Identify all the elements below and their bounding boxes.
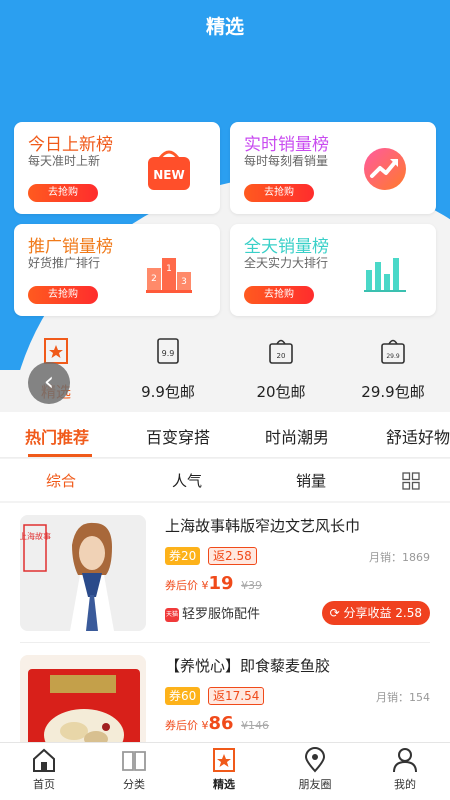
grab-button[interactable]: 去抢购 (244, 184, 314, 202)
back-button[interactable]: ‹ (28, 362, 70, 404)
price-value: 86 (208, 713, 234, 734)
nav-label: 我的 (394, 778, 416, 791)
card-allday-sales[interactable]: 全天销量榜 全天实力大排行 去抢购 (230, 224, 436, 316)
card-subtitle: 每天准时上新 (28, 154, 101, 168)
card-promo-sales[interactable]: 推广销量榜 好货推广排行 去抢购 2 1 3 (14, 224, 220, 316)
grab-button[interactable]: 去抢购 (244, 286, 314, 304)
rebate-badge: 返17.54 (208, 687, 265, 705)
share-icon: ⟳ (329, 606, 344, 620)
tag-icon: 9.9 (157, 338, 179, 364)
page-title: 精选 (205, 16, 244, 38)
shop-label: 轻罗服饰配件 (182, 607, 261, 622)
tab-bar: 热门推荐 百变穿搭 时尚潮男 舒适好物 (0, 412, 450, 458)
bottom-nav: 首页 分类 精选 朋友圈 我的 (0, 742, 450, 800)
location-pin-icon (304, 747, 326, 773)
sort-sales[interactable]: 销量 (296, 470, 326, 491)
rebate-badge: 返2.58 (208, 547, 257, 565)
active-tab-indicator (28, 454, 92, 457)
category-label: 20包邮 (256, 383, 306, 401)
svg-text:29.9: 29.9 (386, 353, 400, 360)
price-label: 券后价 (165, 719, 198, 732)
original-price: ¥146 (241, 719, 270, 732)
user-icon (393, 748, 417, 773)
product-image (20, 655, 146, 743)
original-price: ¥39 (241, 579, 263, 592)
nav-mine[interactable]: 我的 (375, 747, 435, 792)
product-list: 上海故事 上海故事韩版窄边文艺风长巾 券20 返2.58 月销：1869 券后价… (0, 503, 450, 743)
currency-symbol: ¥ (201, 579, 209, 592)
nav-featured[interactable]: 精选 (194, 747, 254, 792)
coupon-badge: 券20 (165, 547, 201, 565)
book-icon (122, 751, 146, 771)
tab-mix-match[interactable]: 百变穿搭 (146, 424, 210, 448)
tmall-badge-icon: 天猫 (165, 607, 179, 622)
shopping-bag-icon: NEW (148, 150, 190, 190)
card-subtitle: 每时每刻看销量 (244, 154, 329, 168)
card-realtime-sales[interactable]: 实时销量榜 每时每刻看销量 去抢购 (230, 122, 436, 214)
podium-number: 2 (151, 274, 157, 284)
product-item[interactable]: 上海故事 上海故事韩版窄边文艺风长巾 券20 返2.58 月销：1869 券后价… (0, 503, 450, 643)
nav-category[interactable]: 分类 (104, 747, 164, 792)
podium-number: 3 (181, 277, 187, 287)
category-9-9-free-shipping[interactable]: 9.9 9.9包邮 (118, 336, 218, 402)
price-value: 19 (208, 573, 234, 594)
product-title: 【养悦心】即食藜麦鱼胶 (165, 657, 331, 675)
category-29-9-free-shipping[interactable]: 29.9 29.9包邮 (343, 336, 443, 402)
grab-button[interactable]: 去抢购 (28, 184, 98, 202)
sort-bar: 综合 人气 销量 (0, 459, 450, 501)
podium-icon: 2 1 3 (146, 258, 192, 293)
card-new-arrivals[interactable]: 今日上新榜 每天准时上新 去抢购 NEW (14, 122, 220, 214)
product-title: 上海故事韩版窄边文艺风长巾 (165, 517, 361, 535)
grab-button[interactable]: 去抢购 (28, 286, 98, 304)
tab-comfort-goods[interactable]: 舒适好物 (386, 424, 450, 448)
monthly-sales: 月销：1869 (369, 551, 430, 564)
podium-number: 1 (166, 264, 172, 274)
bag-icon: 20 (269, 339, 293, 364)
monthly-sales: 月销：154 (376, 691, 430, 704)
share-earnings-button[interactable]: ⟳ 分享收益 2.58 (321, 601, 430, 625)
home-icon (33, 748, 55, 772)
new-badge-text: NEW (153, 168, 184, 182)
product-item[interactable]: 【养悦心】即食藜麦鱼胶 券60 返17.54 月销：154 券后价 ¥86 ¥1… (0, 643, 450, 743)
price-line: 券后价 ¥19 ¥39 (165, 573, 262, 594)
brand-mark: 上海故事 (20, 531, 51, 541)
category-label: 29.9包邮 (361, 383, 425, 401)
nav-label: 首页 (33, 778, 55, 791)
tab-men-fashion[interactable]: 时尚潮男 (265, 424, 329, 448)
category-20-free-shipping[interactable]: 20 20包邮 (231, 336, 331, 402)
category-label: 9.9包邮 (141, 383, 195, 401)
currency-symbol: ¥ (201, 719, 209, 732)
tab-hot[interactable]: 热门推荐 (25, 424, 89, 448)
bar-chart-icon (364, 258, 406, 292)
svg-text:20: 20 (277, 352, 286, 360)
svg-text:9.9: 9.9 (162, 349, 175, 358)
nav-home[interactable]: 首页 (14, 747, 74, 792)
price-label: 券后价 (165, 579, 198, 592)
product-image: 上海故事 (20, 515, 146, 631)
nav-label: 分类 (123, 778, 145, 791)
bag-icon: 29.9 (381, 339, 405, 364)
sort-popularity[interactable]: 人气 (172, 470, 202, 491)
sort-overall[interactable]: 综合 (46, 470, 76, 491)
star-frame-icon (213, 748, 235, 772)
shop-name[interactable]: 天猫 轻罗服饰配件 (165, 603, 260, 622)
card-subtitle: 全天实力大排行 (244, 256, 329, 270)
price-line: 券后价 ¥86 ¥146 (165, 713, 269, 734)
coupon-badge: 券60 (165, 687, 201, 705)
grid-view-icon[interactable] (402, 472, 420, 490)
nav-label: 朋友圈 (298, 778, 332, 791)
card-subtitle: 好货推广排行 (28, 256, 101, 270)
nav-moments[interactable]: 朋友圈 (285, 747, 345, 792)
nav-label: 精选 (213, 778, 235, 791)
trending-up-icon (364, 148, 406, 190)
